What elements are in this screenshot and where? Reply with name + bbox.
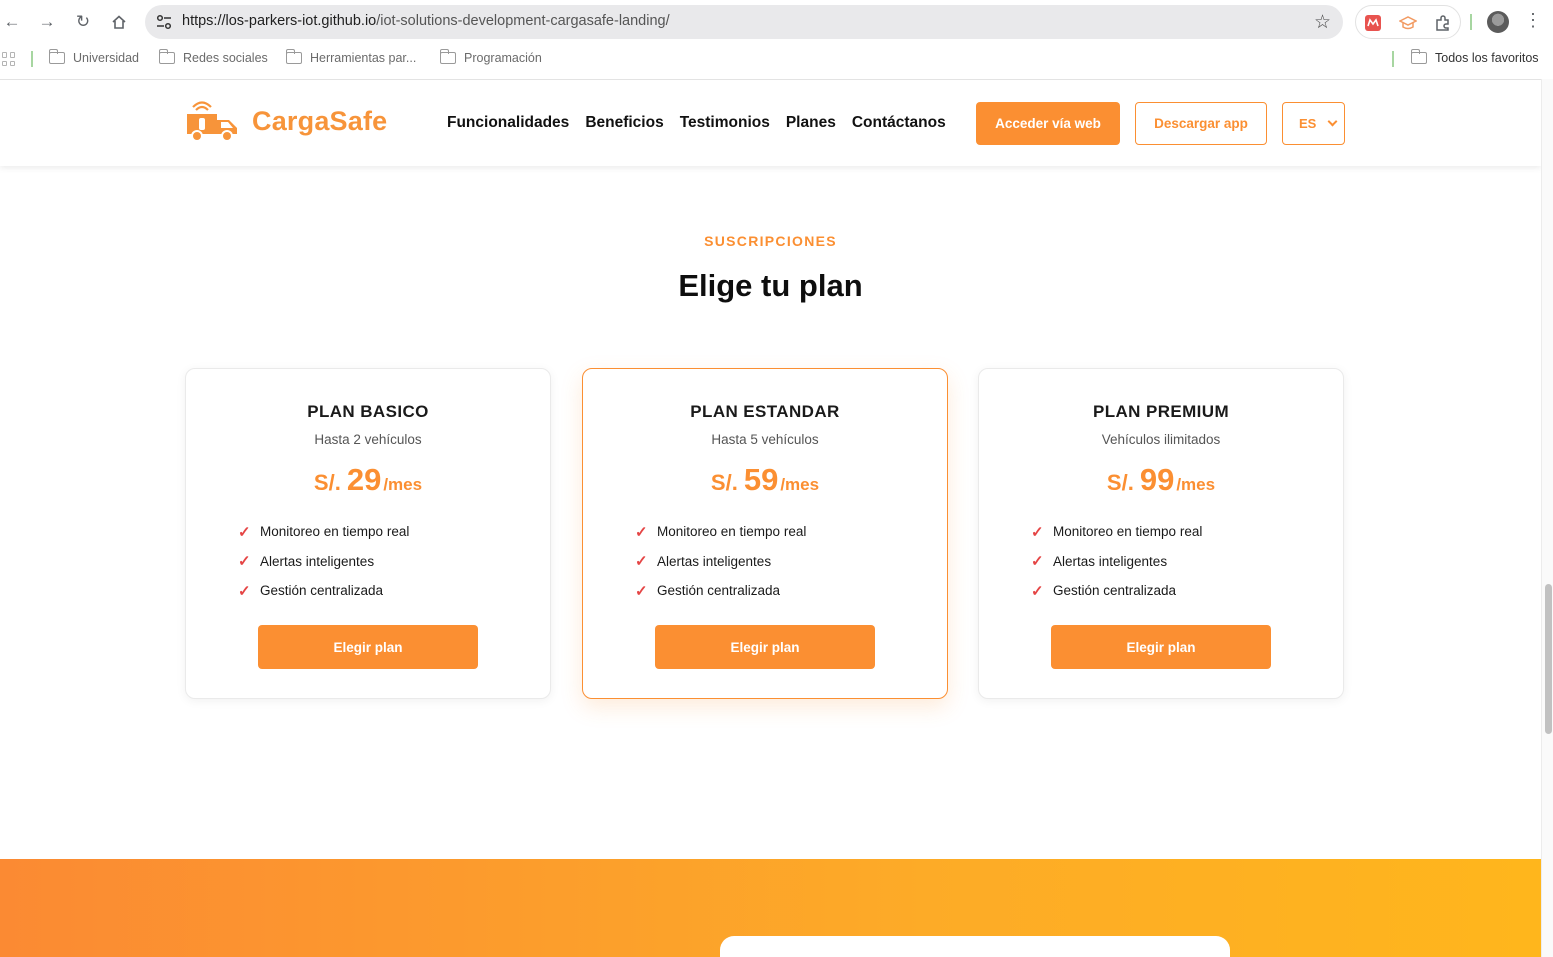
- bookmark-star-icon[interactable]: ☆: [1314, 11, 1331, 34]
- nav-link-planes[interactable]: Planes: [786, 114, 836, 132]
- price-amount: 59: [743, 462, 779, 497]
- list-item: ✓ Gestión centralizada: [1031, 582, 1177, 600]
- plan-limit: Hasta 5 vehículos: [711, 432, 819, 447]
- plan-card-estandar: PLAN ESTANDAR Hasta 5 vehículos S/. 59/me…: [582, 368, 948, 699]
- plan-price: S/. 99/mes: [979, 462, 1343, 498]
- address-bar[interactable]: https://los-parkers-iot.github.io/iot-so…: [145, 5, 1343, 39]
- list-item: ✓ Alertas inteligentes: [238, 553, 375, 571]
- list-item: ✓ Alertas inteligentes: [635, 553, 772, 571]
- folder-icon: [158, 49, 175, 64]
- plan-limit: Hasta 2 vehículos: [314, 432, 422, 447]
- plan-price: S/. 59/mes: [583, 462, 947, 498]
- plan-name: PLAN PREMIUM: [1092, 402, 1230, 421]
- price-amount: 99: [1139, 462, 1175, 497]
- choose-plan-button[interactable]: Elegir plan: [258, 625, 478, 669]
- price-currency: S/.: [1106, 470, 1134, 495]
- bookmark-folder[interactable]: Programación: [439, 49, 542, 65]
- cta-card: [720, 936, 1230, 957]
- list-item: ✓ Monitoreo en tiempo real: [1031, 523, 1203, 541]
- mendeley-extension-icon[interactable]: [1364, 14, 1382, 32]
- home-icon[interactable]: [107, 10, 131, 34]
- back-icon[interactable]: ←: [0, 10, 24, 34]
- nav-link-testimonios[interactable]: Testimonios: [680, 114, 770, 132]
- price-period: /mes: [1176, 475, 1216, 494]
- plan-name: PLAN BASICO: [307, 402, 429, 421]
- menu-kebab-icon[interactable]: ⋮: [1524, 10, 1542, 31]
- section-title: Elige tu plan: [678, 268, 863, 303]
- language-select[interactable]: ES: [1282, 102, 1345, 145]
- profile-avatar[interactable]: [1487, 11, 1509, 33]
- price-period: /mes: [383, 475, 423, 494]
- check-icon: ✓: [1031, 553, 1044, 571]
- folder-icon: [285, 49, 302, 64]
- check-icon: ✓: [238, 582, 251, 600]
- list-item: ✓ Gestión centralizada: [635, 582, 781, 600]
- nav-link-beneficios[interactable]: Beneficios: [585, 114, 663, 132]
- bookmarks-divider: [31, 51, 33, 67]
- toolbar-divider: [1470, 14, 1472, 30]
- language-value: ES: [1299, 116, 1317, 131]
- feature-list: ✓ Monitoreo en tiempo real ✓ Alertas intel…: [238, 517, 409, 606]
- price-currency: S/.: [313, 470, 341, 495]
- bookmark-folder[interactable]: Herramientas par...: [285, 49, 416, 65]
- price-currency: S/.: [710, 470, 738, 495]
- bookmarks-bar: Universidad Redes sociales Herramientas …: [0, 44, 1553, 74]
- feature-list: ✓ Monitoreo en tiempo real ✓ Alertas intel…: [635, 517, 806, 606]
- feature-list: ✓ Monitoreo en tiempo real ✓ Alertas intel…: [1031, 517, 1202, 606]
- nav-link-contactanos[interactable]: Contáctanos: [852, 114, 946, 132]
- plan-card-premium: PLAN PREMIUM Vehículos ilimitados S/. 99/…: [978, 368, 1344, 699]
- site-info-icon[interactable]: [155, 13, 173, 31]
- bookmark-folder[interactable]: Universidad: [48, 49, 139, 65]
- extensions-group: [1355, 5, 1461, 39]
- reload-icon[interactable]: ↻: [71, 10, 95, 34]
- forward-icon[interactable]: →: [35, 10, 59, 34]
- check-icon: ✓: [1031, 523, 1044, 541]
- check-icon: ✓: [635, 582, 648, 600]
- price-period: /mes: [780, 475, 820, 494]
- brand-name: CargaSafe: [252, 105, 388, 136]
- plan-card-basico: PLAN BASICO Hasta 2 vehículos S/. 29/mes …: [185, 368, 551, 699]
- section-eyebrow: SUSCRIPCIONES: [704, 233, 837, 249]
- scrollbar-thumb[interactable]: [1545, 584, 1552, 734]
- list-item: ✓ Gestión centralizada: [238, 582, 384, 600]
- check-icon: ✓: [1031, 582, 1044, 600]
- check-icon: ✓: [635, 553, 648, 571]
- check-icon: ✓: [238, 553, 251, 571]
- bookmarks-divider: [1392, 51, 1394, 67]
- plan-price: S/. 29/mes: [186, 462, 550, 498]
- folder-icon: [439, 49, 456, 64]
- bookmark-folder[interactable]: Redes sociales: [158, 49, 268, 65]
- download-app-button[interactable]: Descargar app: [1135, 102, 1267, 145]
- scholar-extension-icon[interactable]: [1399, 14, 1417, 32]
- brand-logo[interactable]: CargaSafe: [184, 100, 387, 142]
- browser-toolbar: ← → ↻ https://los-parkers-iot.github.io/…: [0, 0, 1553, 44]
- list-item: ✓ Monitoreo en tiempo real: [635, 523, 807, 541]
- folder-icon: [48, 49, 65, 64]
- puzzle-extensions-icon[interactable]: [1434, 14, 1452, 32]
- check-icon: ✓: [635, 523, 648, 541]
- page-scrollbar[interactable]: [1541, 79, 1553, 957]
- plan-name: PLAN ESTANDAR: [690, 402, 840, 421]
- main-nav: Funcionalidades Beneficios Testimonios P…: [447, 114, 946, 132]
- truck-logo-icon: [187, 101, 237, 142]
- folder-icon: [1410, 49, 1427, 64]
- cta-band: [0, 859, 1541, 957]
- nav-link-funcionalidades[interactable]: Funcionalidades: [447, 114, 569, 132]
- url-text: https://los-parkers-iot.github.io/iot-so…: [182, 13, 670, 29]
- choose-plan-button[interactable]: Elegir plan: [655, 625, 875, 669]
- page-viewport: CargaSafe Funcionalidades Beneficios Tes…: [0, 79, 1541, 957]
- apps-grid-icon[interactable]: [2, 52, 16, 66]
- chevron-down-icon: [1327, 116, 1338, 127]
- all-bookmarks-folder[interactable]: Todos los favoritos: [1410, 49, 1539, 65]
- site-header: CargaSafe Funcionalidades Beneficios Tes…: [0, 80, 1541, 166]
- price-amount: 29: [346, 462, 382, 497]
- check-icon: ✓: [238, 523, 251, 541]
- list-item: ✓ Monitoreo en tiempo real: [238, 523, 410, 541]
- choose-plan-button[interactable]: Elegir plan: [1051, 625, 1271, 669]
- list-item: ✓ Alertas inteligentes: [1031, 553, 1168, 571]
- plan-limit: Vehículos ilimitados: [1101, 432, 1221, 447]
- access-web-button[interactable]: Acceder vía web: [976, 102, 1120, 145]
